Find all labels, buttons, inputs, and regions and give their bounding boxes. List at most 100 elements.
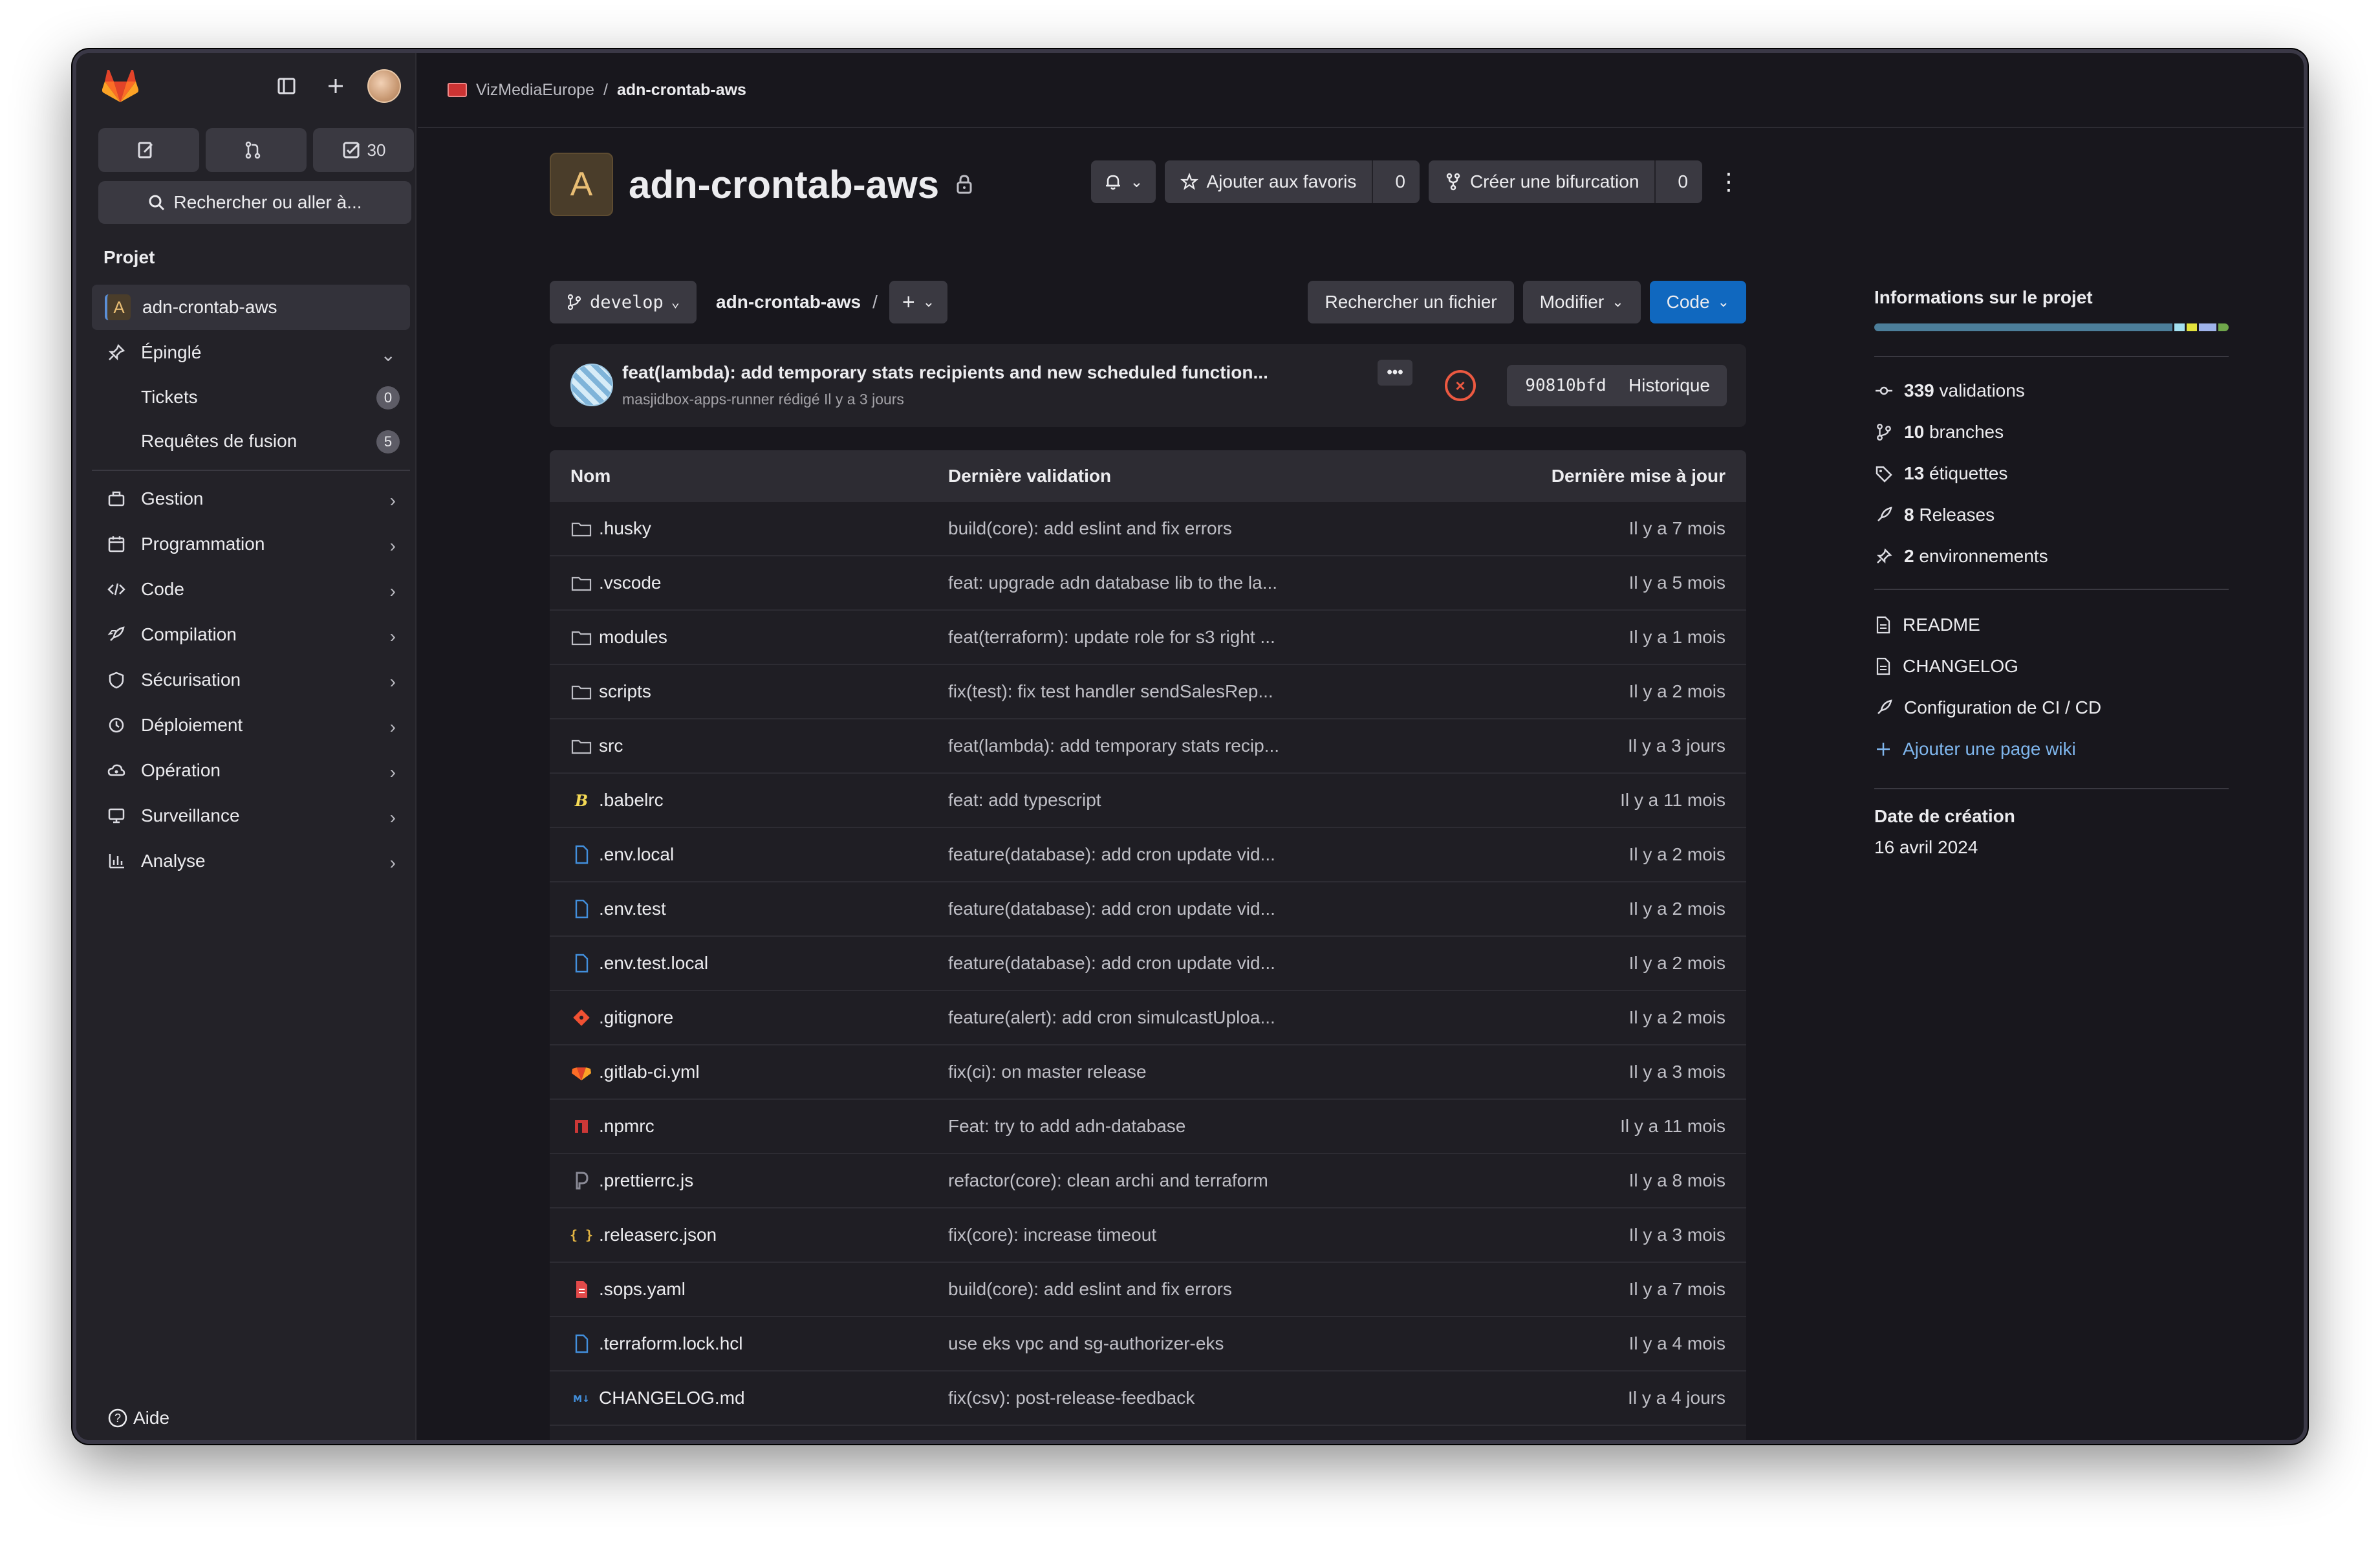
notifications-button[interactable]: ⌄ [1091, 160, 1156, 203]
language-segment[interactable] [2199, 323, 2216, 331]
user-avatar[interactable] [367, 69, 401, 103]
file-name[interactable]: .husky [599, 518, 651, 539]
sidebar-item-gestion[interactable]: Gestion › [92, 476, 410, 521]
file-name[interactable]: CHANGELOG.md [599, 1388, 745, 1408]
sidebar-item-tickets[interactable]: Tickets 0 [92, 375, 410, 419]
table-row[interactable]: .env.test feature(database): add cron upd… [550, 882, 1746, 937]
star-count[interactable]: 0 [1381, 160, 1420, 203]
file-name[interactable]: .env.test [599, 899, 666, 919]
find-file-button[interactable]: Rechercher un fichier [1308, 281, 1514, 323]
sidebar-item-programmation[interactable]: Programmation › [92, 521, 410, 567]
sidebar-item-surveillance[interactable]: Surveillance › [92, 793, 410, 838]
commit-author-avatar[interactable] [570, 364, 613, 406]
branch-selector[interactable]: develop ⌄ [550, 281, 697, 323]
language-segment[interactable] [2174, 323, 2185, 331]
sidebar-item-deploiement[interactable]: Déploiement › [92, 703, 410, 748]
table-row[interactable]: .sops.yaml build(core): add eslint and fi… [550, 1263, 1746, 1317]
last-commit-cell[interactable]: fix(test): fix test handler sendSalesRep… [948, 681, 1485, 702]
table-row[interactable]: src feat(lambda): add temporary stats rec… [550, 719, 1746, 774]
last-commit-cell[interactable]: feat(terraform): update role for s3 righ… [948, 627, 1485, 648]
file-name-cell[interactable]: modules [550, 626, 948, 648]
table-row[interactable]: .env.test.local feature(database): add cr… [550, 937, 1746, 991]
file-name-cell[interactable]: { } .releaserc.json [550, 1224, 948, 1246]
file-name-cell[interactable]: .npmrc [550, 1115, 948, 1137]
file-name-cell[interactable]: .env.local [550, 844, 948, 866]
file-name-cell[interactable]: M↓ CHANGELOG.md [550, 1387, 948, 1409]
issues-counter-button[interactable] [98, 128, 199, 172]
sidebar-item-merge-requests[interactable]: Requêtes de fusion 5 [92, 419, 410, 463]
last-commit-cell[interactable]: fix(core): increase timeout [948, 1225, 1485, 1245]
file-name[interactable]: .env.test.local [599, 953, 708, 974]
language-bar[interactable] [1874, 323, 2229, 331]
commit-sha[interactable]: 90810bfd [1507, 365, 1626, 406]
file-name[interactable]: .gitignore [599, 1007, 673, 1028]
commit-title-link[interactable]: feat(lambda): add temporary stats recipi… [622, 362, 1268, 383]
sidebar-item-compilation[interactable]: Compilation › [92, 612, 410, 657]
link-ci-cd-config[interactable]: Configuration de CI / CD [1874, 695, 2101, 721]
breadcrumb-group-link[interactable]: VizMediaEurope [476, 81, 594, 100]
pipeline-failed-icon[interactable]: × [1445, 370, 1476, 401]
last-commit-cell[interactable]: build(core): add eslint and fix errors [948, 1279, 1485, 1300]
file-name[interactable]: .gitlab-ci.yml [599, 1062, 700, 1082]
breadcrumb-project-link[interactable]: adn-crontab-aws [617, 81, 746, 100]
link-readme[interactable]: README [1874, 612, 1980, 638]
table-row[interactable]: Dockerfile try to fix dirname issueIl y a… [550, 1426, 1746, 1444]
last-commit-cell[interactable]: build(core): add eslint and fix errors [948, 518, 1485, 539]
table-row[interactable]: { } .releaserc.json fix(core): increase ti… [550, 1208, 1746, 1263]
link-add-wiki[interactable]: Ajouter une page wiki [1874, 736, 2076, 762]
last-commit-cell[interactable]: feature(alert): add cron simulcastUploa.… [948, 1007, 1485, 1028]
file-name-cell[interactable]: .terraform.lock.hcl [550, 1333, 948, 1355]
last-commit-cell[interactable]: use eks vpc and sg-authorizer-eks [948, 1333, 1485, 1354]
help-button[interactable]: ? Aide [107, 1408, 169, 1428]
file-name[interactable]: src [599, 736, 623, 756]
fork-button[interactable]: Créer une bifurcation [1429, 160, 1656, 203]
file-name[interactable]: .env.local [599, 844, 674, 865]
table-row[interactable]: scripts fix(test): fix test handler sendS… [550, 665, 1746, 719]
file-name-cell[interactable]: .vscode [550, 572, 948, 594]
last-commit-cell[interactable]: feat(lambda): add temporary stats recip.… [948, 736, 1485, 756]
language-segment[interactable] [2187, 323, 2198, 331]
file-name-cell[interactable]: .gitlab-ci.yml [550, 1061, 948, 1083]
sidebar-item-analyse[interactable]: Analyse › [92, 838, 410, 884]
file-name[interactable]: modules [599, 627, 667, 648]
table-row[interactable]: .prettierrc.js refactor(core): clean arch… [550, 1154, 1746, 1208]
last-commit-cell[interactable]: refactor(core): clean archi and terrafor… [948, 1170, 1485, 1191]
last-commit-cell[interactable]: Feat: try to add adn-database [948, 1116, 1485, 1137]
last-commit-cell[interactable]: try to fix dirname issue [948, 1442, 1485, 1444]
file-name-cell[interactable]: src [550, 735, 948, 757]
language-segment[interactable] [1874, 323, 2172, 331]
table-row[interactable]: modules feat(terraform): update role for … [550, 611, 1746, 665]
link-changelog[interactable]: CHANGELOG [1874, 653, 2018, 679]
table-row[interactable]: .env.local feature(database): add cron up… [550, 828, 1746, 882]
last-commit-cell[interactable]: feature(database): add cron update vid..… [948, 953, 1485, 974]
fork-count[interactable]: 0 [1663, 160, 1702, 203]
file-name-cell[interactable]: B .babelrc [550, 789, 948, 811]
code-dropdown-button[interactable]: Code ⌄ [1649, 281, 1746, 323]
table-row[interactable]: .gitlab-ci.yml fix(ci): on master release… [550, 1045, 1746, 1100]
file-name-cell[interactable]: scripts [550, 681, 948, 703]
collapse-sidebar-icon[interactable] [269, 69, 304, 104]
file-name[interactable]: .vscode [599, 573, 662, 593]
merge-requests-counter-button[interactable] [206, 128, 307, 172]
file-name-cell[interactable]: .gitignore [550, 1007, 948, 1029]
file-name-cell[interactable]: .husky [550, 518, 948, 540]
edit-dropdown-button[interactable]: Modifier ⌄ [1522, 281, 1641, 323]
file-name[interactable]: .terraform.lock.hcl [599, 1333, 743, 1354]
table-row[interactable]: .vscode feat: upgrade adn database lib to… [550, 556, 1746, 611]
table-row[interactable]: B .babelrc feat: add typescript Il y a 11 m… [550, 774, 1746, 828]
last-commit-cell[interactable]: fix(csv): post-release-feedback [948, 1388, 1485, 1408]
last-commit-cell[interactable]: feature(database): add cron update vid..… [948, 844, 1485, 865]
table-row[interactable]: .terraform.lock.hcl use eks vpc and sg-au… [550, 1317, 1746, 1372]
file-name-cell[interactable]: .sops.yaml [550, 1278, 948, 1300]
stat-releases[interactable]: 8 Releases [1874, 502, 1995, 528]
last-commit-cell[interactable]: feat: add typescript [948, 790, 1485, 811]
table-row[interactable]: M↓ CHANGELOG.md fix(csv): post-release-fee… [550, 1372, 1746, 1426]
file-name[interactable]: Dockerfile [599, 1442, 679, 1444]
table-row[interactable]: .gitignore feature(alert): add cron simul… [550, 991, 1746, 1045]
more-actions-icon[interactable]: ⋮ [1711, 160, 1746, 203]
file-name-cell[interactable]: .prettierrc.js [550, 1170, 948, 1192]
repo-path[interactable]: adn-crontab-aws [716, 292, 861, 312]
stat-tags[interactable]: 13 étiquettes [1874, 461, 2007, 486]
table-row[interactable]: .husky build(core): add eslint and fix er… [550, 502, 1746, 556]
file-name[interactable]: .prettierrc.js [599, 1170, 693, 1191]
